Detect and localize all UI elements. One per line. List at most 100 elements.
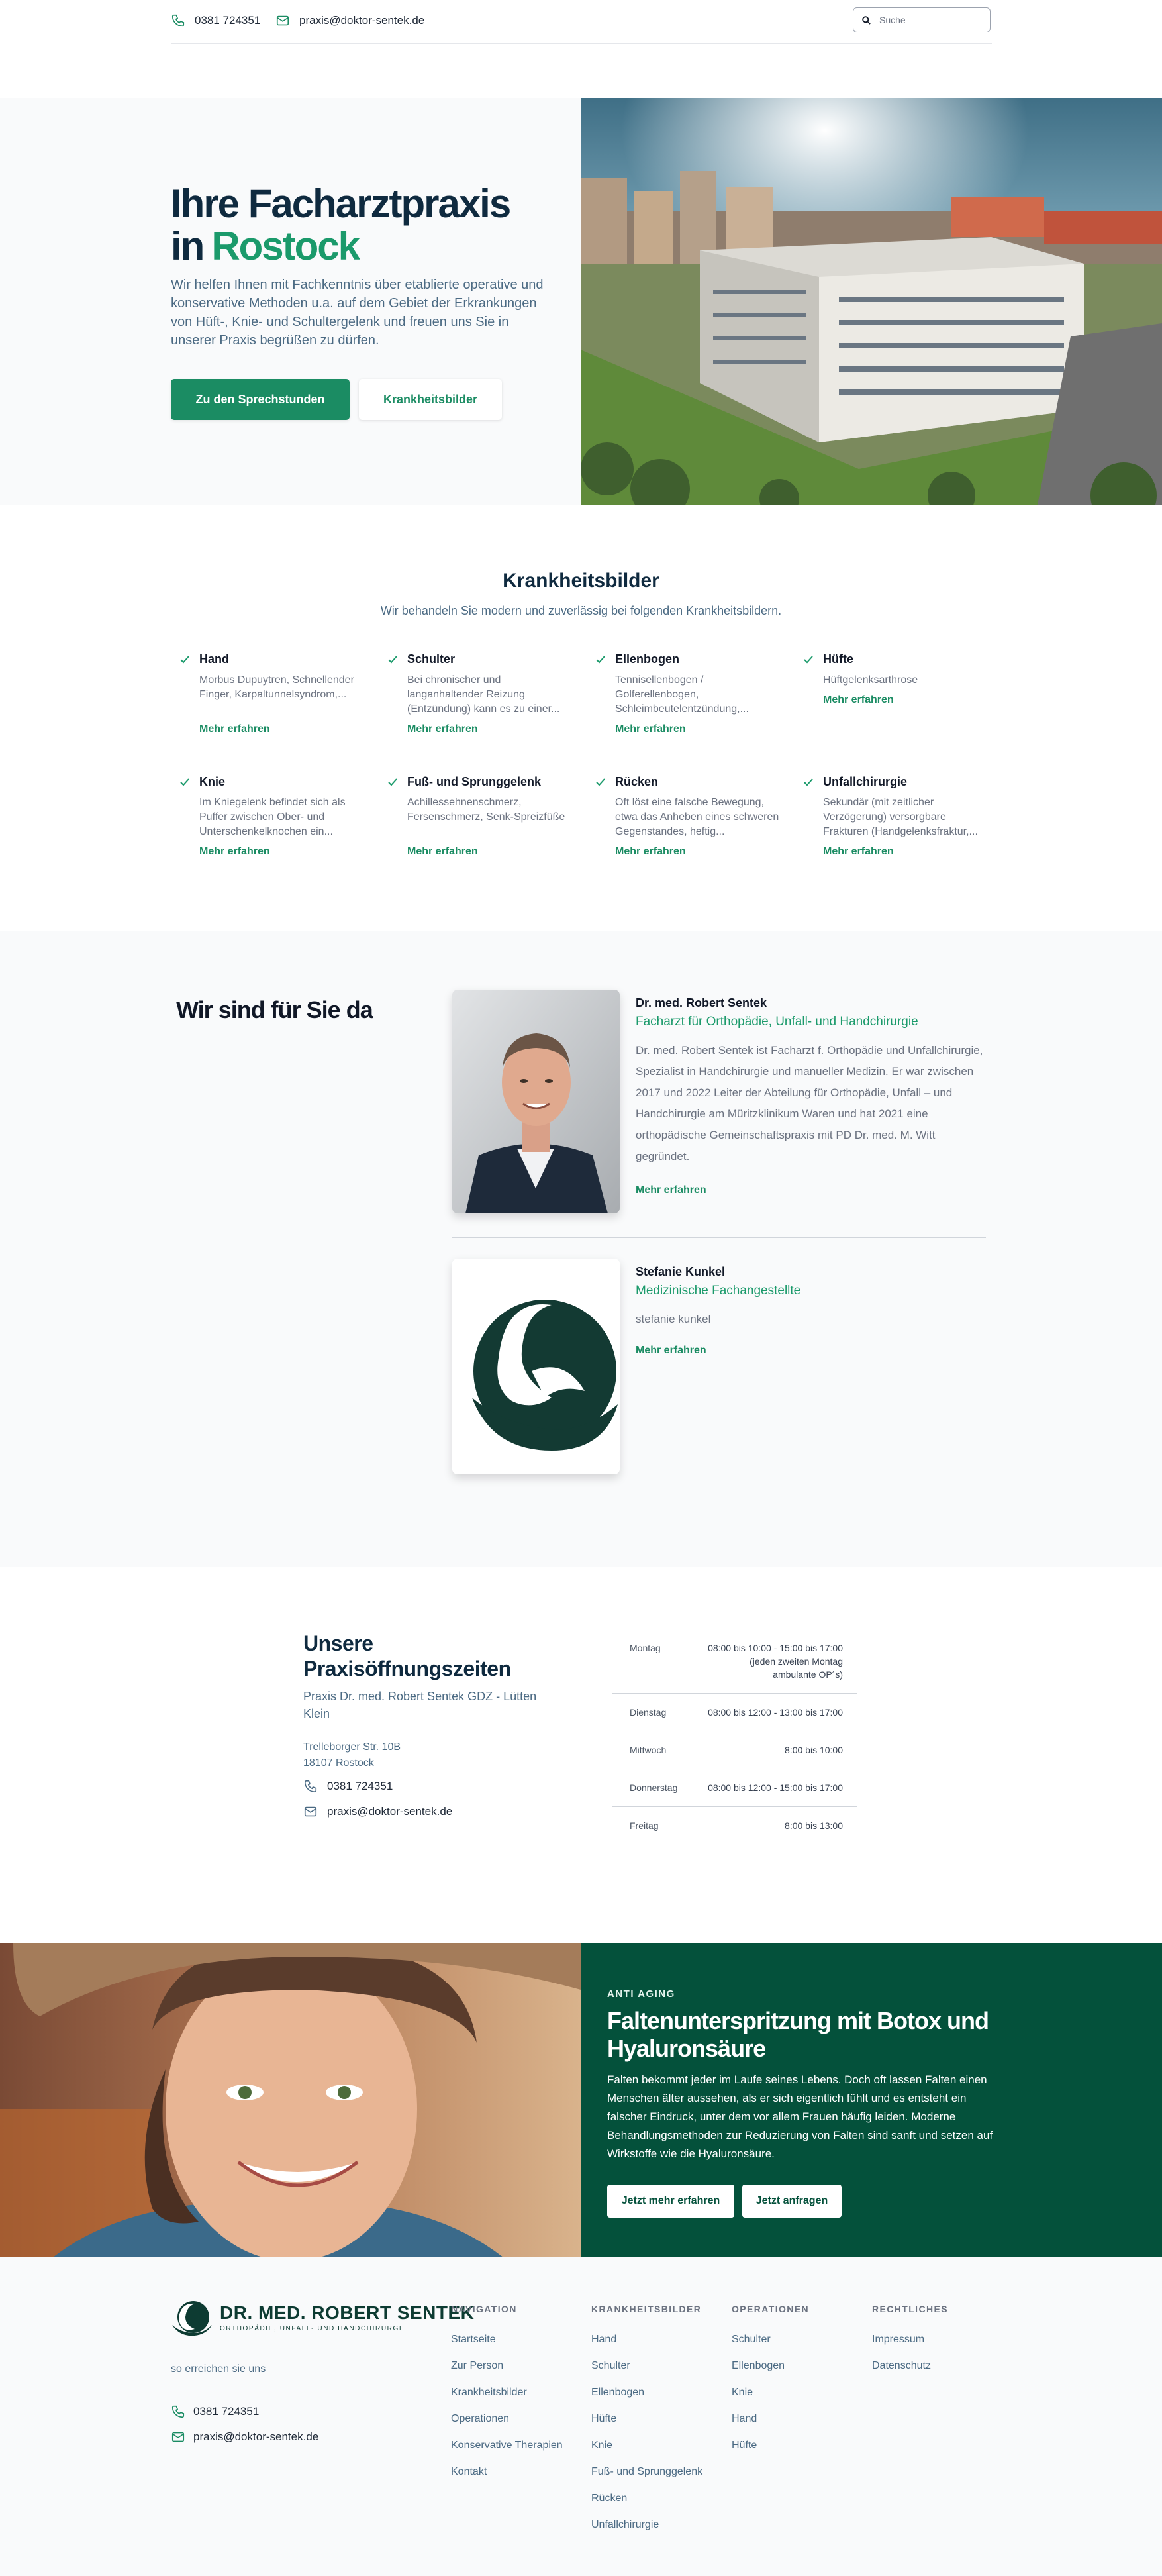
opening-hours-table: Montag 08:00 bis 10:00 - 15:00 bis 17:00 … (612, 1629, 857, 1844)
condition-text: Sekundär (mit zeitlicher Verzögerung) ve… (823, 797, 978, 837)
hero-title-line1: Ihre Facharztpraxis (171, 181, 511, 226)
condition-text: Oft löst eine falsche Bewegung, etwa das… (615, 797, 779, 837)
footer-link[interactable]: Impressum (872, 2333, 948, 2346)
condition-more-link[interactable]: Mehr erfahren (823, 694, 989, 706)
condition-more-link[interactable]: Mehr erfahren (199, 723, 365, 735)
office-hours-button[interactable]: Zu den Sprechstunden (171, 379, 350, 420)
condition-name: Hüfte (823, 652, 853, 666)
footer-link[interactable]: Hüfte (732, 2439, 809, 2452)
email-link[interactable]: praxis@doktor-sentek.de (275, 13, 424, 28)
conditions-title: Krankheitsbilder (503, 570, 659, 592)
member-more-link[interactable]: Mehr erfahren (636, 1345, 706, 1357)
request-button[interactable]: Jetzt anfragen (742, 2185, 842, 2218)
conditions-button[interactable]: Krankheitsbilder (359, 379, 502, 420)
footer-link[interactable]: Knie (591, 2439, 702, 2452)
hand-logo-icon (172, 2301, 212, 2336)
footer-col-title: NAVIGATION (451, 2304, 517, 2314)
anti-aging-title: Faltenunterspritzung mit Botox und Hyalu… (607, 2007, 989, 2062)
practice-address: Trelleborger Str. 10B 18107 Rostock (303, 1739, 401, 1771)
condition-more-link[interactable]: Mehr erfahren (615, 846, 781, 858)
footer-link[interactable]: Ellenbogen (591, 2386, 702, 2399)
condition-text: Hüftgelenksarthrose (823, 674, 918, 686)
hours-row: Donnerstag 08:00 bis 12:00 - 15:00 bis 17… (612, 1769, 857, 1807)
footer-link[interactable]: Unfallchirurgie (591, 2518, 702, 2532)
member-name: Stefanie Kunkel (636, 1265, 726, 1278)
anti-aging-text: Falten bekommt jeder im Laufe seines Leb… (607, 2073, 993, 2160)
search-input[interactable] (879, 15, 979, 25)
footer-link[interactable]: Konservative Therapien (451, 2439, 563, 2452)
footer: DR. MED. ROBERT SENTEK ORTHOPÄDIE, UNFAL… (0, 2257, 1162, 2576)
footer-link[interactable]: Knie (732, 2386, 809, 2399)
member-more-link[interactable]: Mehr erfahren (636, 1184, 706, 1196)
conditions-subtitle: Wir behandeln Sie modern und zuverlässig… (380, 604, 782, 617)
team-title: Wir sind für Sie da (176, 996, 373, 1023)
check-icon (804, 778, 813, 786)
member-name: Dr. med. Robert Sentek (636, 996, 767, 1009)
footer-col-title: RECHTLICHES (872, 2304, 948, 2314)
footer-link[interactable]: Hand (732, 2412, 809, 2426)
footer-link[interactable]: Rücken (591, 2492, 702, 2505)
check-icon (180, 778, 189, 786)
email-address: praxis@doktor-sentek.de (193, 2430, 319, 2443)
footer-link[interactable]: Hüfte (591, 2412, 702, 2426)
top-bar: 0381 724351 praxis@doktor-sentek.de (171, 0, 992, 44)
search-box[interactable] (853, 7, 991, 32)
hours-day: Freitag (630, 1820, 659, 1831)
condition-more-link[interactable]: Mehr erfahren (615, 723, 781, 735)
footer-col-conditions: KRANKHEITSBILDER Hand Schulter Ellenboge… (591, 2304, 702, 2545)
condition-text: Bei chronischer und langanhaltender Reiz… (407, 674, 560, 715)
anti-aging-kicker: ANTI AGING (607, 1988, 675, 2000)
footer-col-navigation: NAVIGATION Startseite Zur Person Krankhe… (451, 2304, 563, 2492)
condition-more-link[interactable]: Mehr erfahren (823, 846, 989, 858)
condition-ruecken: Rücken Oft löst eine falsche Bewegung, e… (596, 774, 781, 858)
footer-link[interactable]: Operationen (451, 2412, 563, 2426)
phone-icon (171, 2405, 185, 2418)
logo-name: DR. MED. ROBERT SENTEK (220, 2302, 475, 2323)
footer-col-title: KRANKHEITSBILDER (591, 2304, 702, 2314)
footer-link[interactable]: Datenschutz (872, 2359, 948, 2373)
member-bio: Dr. med. Robert Sentek ist Facharzt f. O… (636, 1044, 983, 1162)
woman-portrait-photo (0, 1943, 581, 2257)
hours-title: Unsere Praxisöffnungszeiten (303, 1631, 511, 1680)
staff-logo-image (452, 1259, 620, 1474)
footer-phone-link[interactable]: 0381 724351 (171, 2404, 259, 2419)
condition-name: Rücken (615, 775, 659, 788)
footer-email-link[interactable]: praxis@doktor-sentek.de (171, 2430, 318, 2444)
phone-link[interactable]: 0381 724351 (171, 13, 260, 28)
condition-knie: Knie Im Kniegelenk befindet sich als Puf… (180, 774, 365, 858)
condition-more-link[interactable]: Mehr erfahren (199, 846, 365, 858)
condition-name: Fuß- und Sprunggelenk (407, 775, 541, 788)
footer-link[interactable]: Fuß- und Sprunggelenk (591, 2465, 702, 2479)
footer-link[interactable]: Zur Person (451, 2359, 563, 2373)
condition-name: Unfallchirurgie (823, 775, 908, 788)
check-icon (596, 656, 605, 664)
footer-link[interactable]: Krankheitsbilder (451, 2386, 563, 2399)
mail-icon (276, 15, 289, 26)
address-city: 18107 Rostock (303, 1757, 374, 1769)
address-street: Trelleborger Str. 10B (303, 1741, 401, 1753)
condition-more-link[interactable]: Mehr erfahren (407, 723, 573, 735)
hours-day: Dienstag (630, 1707, 667, 1718)
member-bio: stefanie kunkel (636, 1313, 711, 1325)
hours-row: Freitag 8:00 bis 13:00 (612, 1807, 857, 1844)
logo-tagline: ORTHOPÄDIE, UNFALL- UND HANDCHIRURGIE (220, 2324, 408, 2332)
hours-email-link[interactable]: praxis@doktor-sentek.de (303, 1804, 452, 1819)
footer-reach-label: so erreichen sie uns (171, 2363, 266, 2375)
footer-link[interactable]: Kontakt (451, 2465, 563, 2479)
footer-link[interactable]: Startseite (451, 2333, 563, 2346)
footer-link[interactable]: Ellenbogen (732, 2359, 809, 2373)
hours-time: 08:00 bis 10:00 - 15:00 bis 17:00 (jeden… (708, 1643, 843, 1680)
email-address: praxis@doktor-sentek.de (327, 1805, 453, 1818)
hours-day: Montag (630, 1643, 661, 1653)
condition-more-link[interactable]: Mehr erfahren (407, 846, 573, 858)
hours-phone-link[interactable]: 0381 724351 (303, 1779, 393, 1794)
footer-link[interactable]: Schulter (732, 2333, 809, 2346)
condition-name: Ellenbogen (615, 652, 680, 666)
condition-hand: Hand Morbus Dupuytren, Schnellender Fing… (180, 652, 365, 735)
learn-more-button[interactable]: Jetzt mehr erfahren (607, 2185, 734, 2218)
footer-logo[interactable]: DR. MED. ROBERT SENTEK ORTHOPÄDIE, UNFAL… (171, 2298, 474, 2337)
footer-link[interactable]: Schulter (591, 2359, 702, 2373)
hours-row: Mittwoch 8:00 bis 10:00 (612, 1731, 857, 1769)
footer-link[interactable]: Hand (591, 2333, 702, 2346)
condition-text: Im Kniegelenk befindet sich als Puffer z… (199, 797, 346, 837)
